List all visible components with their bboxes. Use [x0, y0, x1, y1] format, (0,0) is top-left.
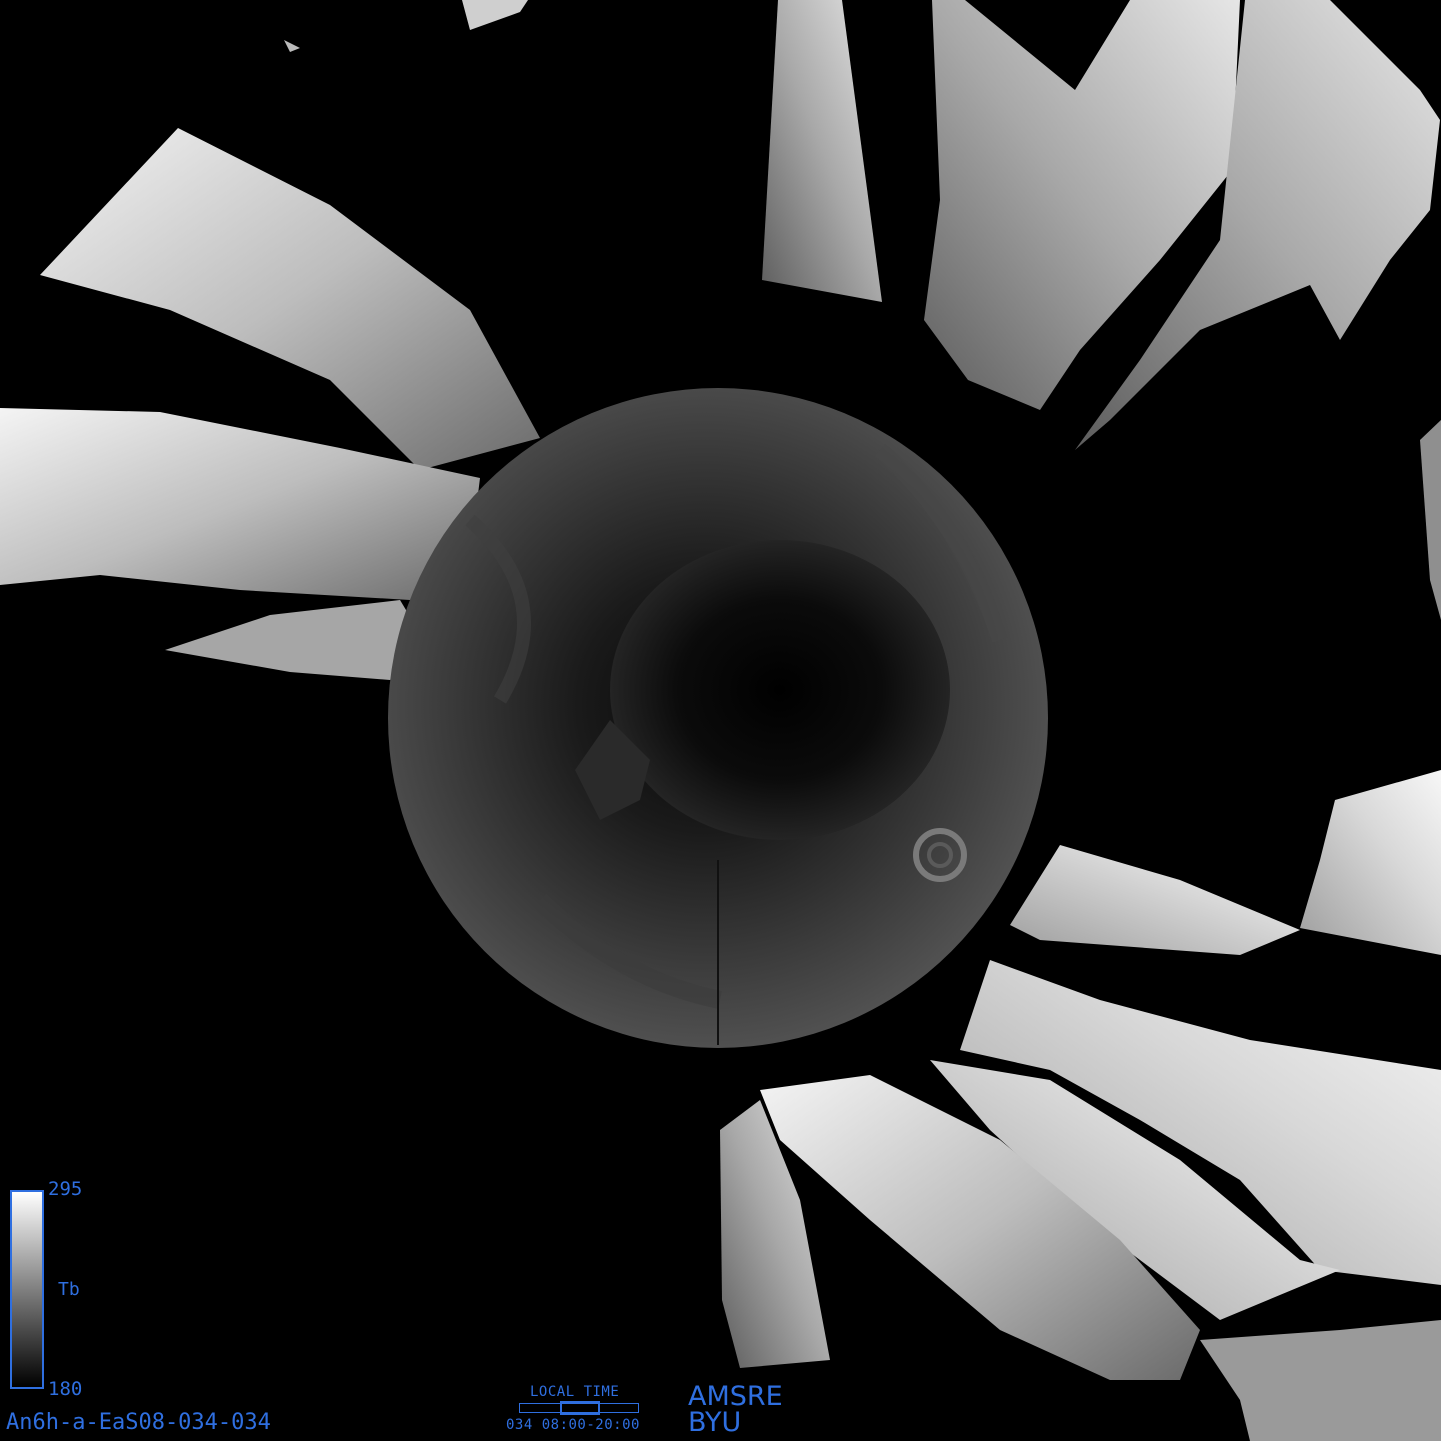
swath-strip — [165, 600, 430, 680]
swath-strip — [924, 0, 1240, 410]
colorbar-max-value: 295 — [48, 1178, 83, 1200]
swath-strip — [1420, 420, 1441, 620]
map-canvas: 295 Tb 180 An6h-a-EaS08-034-034 LOCAL TI… — [0, 0, 1441, 1441]
local-time-bar — [519, 1401, 639, 1415]
local-time-range: 034 08:00-20:00 — [506, 1417, 640, 1433]
swath-strip — [1200, 1320, 1441, 1441]
swath-strip — [1300, 770, 1441, 955]
antarctic-ice-sheet — [610, 540, 950, 840]
local-time-window — [560, 1401, 600, 1415]
image-identifier: An6h-a-EaS08-034-034 — [6, 1410, 271, 1435]
swath-strip — [284, 40, 300, 52]
swath-strip — [462, 0, 528, 30]
polar-swath-map — [0, 0, 1441, 1441]
swath-strip — [1010, 845, 1300, 955]
colorbar — [10, 1190, 44, 1389]
swath-strip — [762, 0, 882, 302]
local-time-title: LOCAL TIME — [530, 1384, 620, 1400]
organization-name: BYU — [688, 1407, 742, 1438]
colorbar-min-value: 180 — [48, 1378, 83, 1400]
polar-disc — [388, 388, 1048, 1048]
colorbar-variable-label: Tb — [58, 1279, 80, 1300]
